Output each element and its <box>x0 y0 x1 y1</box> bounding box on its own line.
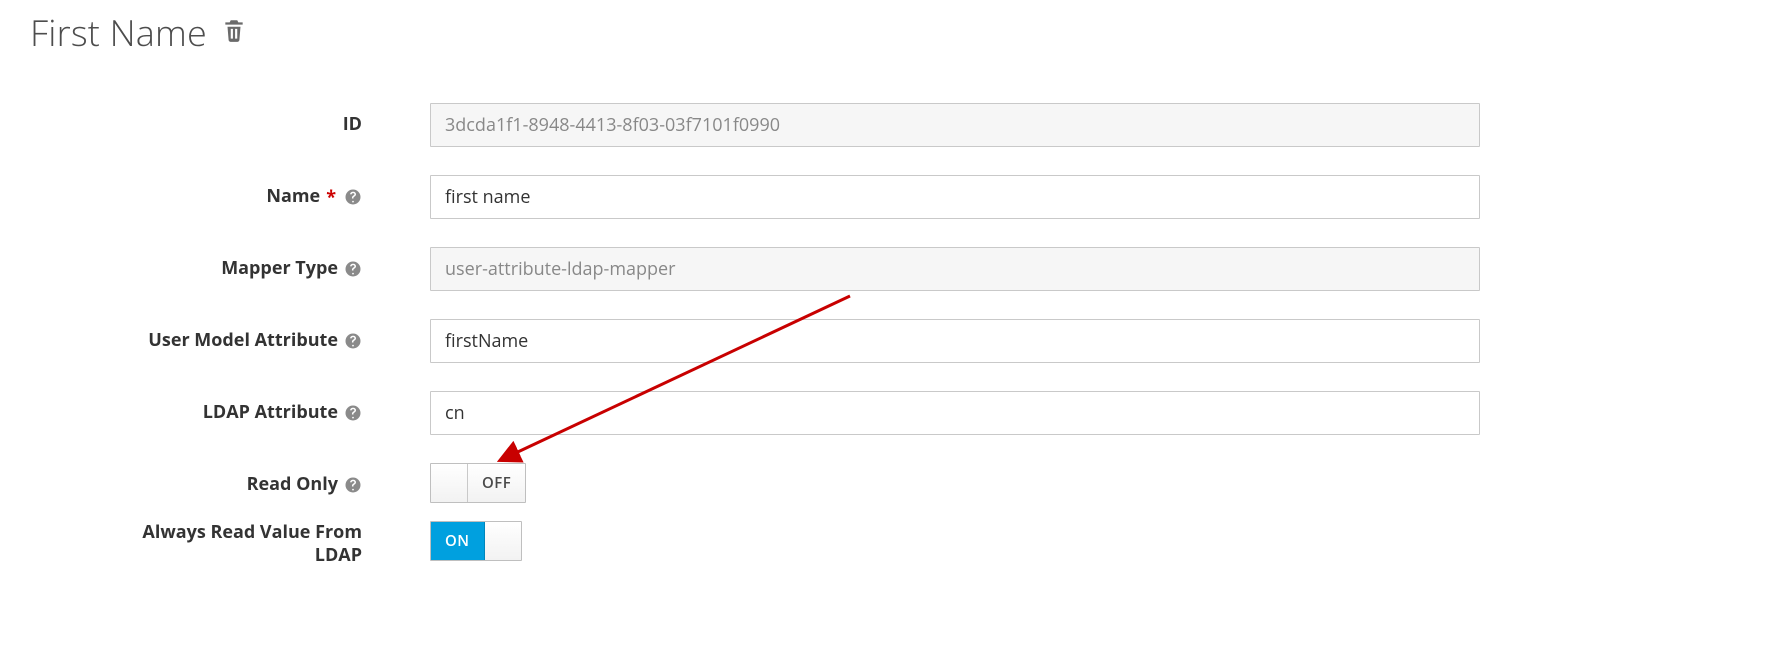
help-icon[interactable] <box>344 404 362 422</box>
row-user-model-attribute: User Model Attribute <box>30 305 1760 377</box>
input-ldap-attribute[interactable] <box>430 391 1480 435</box>
help-icon[interactable] <box>344 332 362 350</box>
toggle-always-read[interactable]: ON <box>430 521 522 561</box>
help-icon[interactable] <box>344 188 362 206</box>
row-mapper-type: Mapper Type <box>30 233 1760 305</box>
required-marker: * <box>326 185 336 209</box>
label-read-only: Read Only <box>247 473 338 496</box>
help-icon[interactable] <box>344 476 362 494</box>
label-always-read: Always Read Value From LDAP <box>102 521 362 568</box>
label-name: Name <box>266 185 320 208</box>
toggle-thumb <box>485 522 521 560</box>
row-id: ID <box>30 89 1760 161</box>
input-id <box>430 103 1480 147</box>
row-always-read: Always Read Value From LDAP ON <box>30 521 1760 577</box>
toggle-thumb <box>431 464 467 502</box>
delete-icon[interactable] <box>221 17 247 48</box>
page-title-row: First Name <box>30 0 1760 69</box>
label-id: ID <box>343 113 362 136</box>
label-mapper-type: Mapper Type <box>221 257 338 280</box>
input-mapper-type <box>430 247 1480 291</box>
input-user-model-attribute[interactable] <box>430 319 1480 363</box>
toggle-on-label: ON <box>431 522 485 560</box>
label-user-model-attribute: User Model Attribute <box>148 329 338 352</box>
row-ldap-attribute: LDAP Attribute <box>30 377 1760 449</box>
mapper-detail-page: First Name ID Name * <box>0 0 1790 658</box>
row-read-only: Read Only OFF <box>30 449 1760 521</box>
mapper-form: ID Name * Mapper Type <box>30 89 1760 577</box>
input-name[interactable] <box>430 175 1480 219</box>
label-ldap-attribute: LDAP Attribute <box>203 401 338 424</box>
help-icon[interactable] <box>344 260 362 278</box>
page-title: First Name <box>30 8 207 57</box>
toggle-off-label: OFF <box>467 464 525 502</box>
row-name: Name * <box>30 161 1760 233</box>
toggle-read-only[interactable]: OFF <box>430 463 526 503</box>
